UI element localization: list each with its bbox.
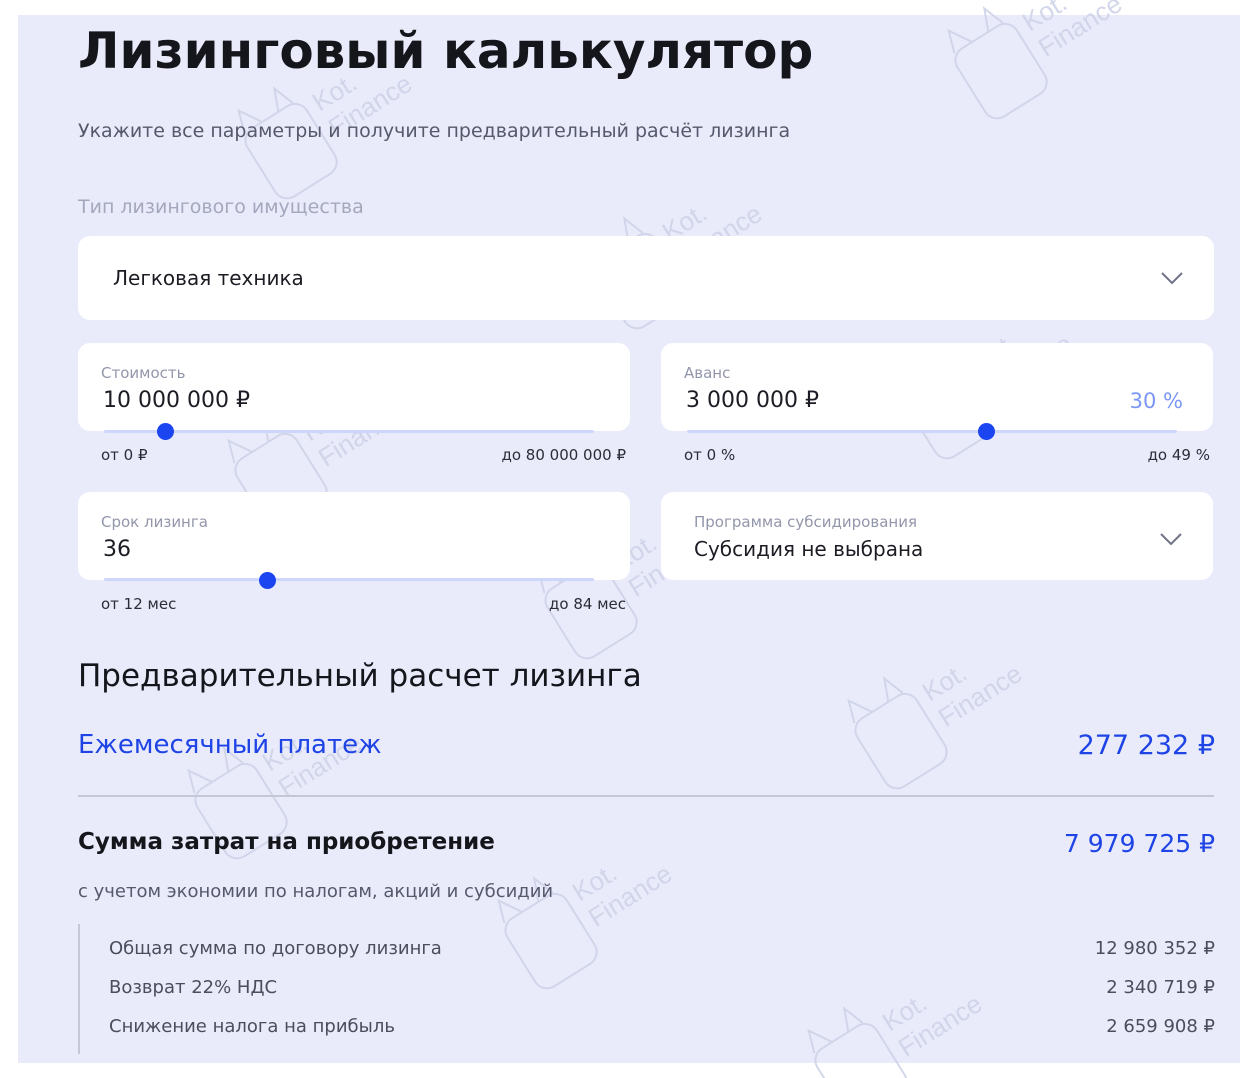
advance-field[interactable]: Аванс 3 000 000 ₽ 30 % [661,343,1213,431]
total-cost-value: 7 979 725 ₽ [1063,829,1215,858]
subsidy-value: Субсидия не выбрана [694,537,924,561]
total-cost-note: с учетом экономии по налогам, акций и су… [78,881,554,902]
monthly-payment-value: 277 232 ₽ [1077,730,1215,761]
term-max-label: до 84 мес [549,595,626,613]
advance-label: Аванс [684,364,731,382]
term-value: 36 [103,537,131,562]
subsidy-select[interactable]: Программа субсидирования Субсидия не выб… [661,492,1213,580]
monthly-payment-label: Ежемесячный платеж [78,730,382,760]
subsidy-label: Программа субсидирования [694,513,917,531]
divider [78,795,1214,797]
property-type-label: Тип лизингового имущества [78,196,364,218]
cost-field[interactable]: Стоимость 10 000 000 ₽ [78,343,630,431]
term-field[interactable]: Срок лизинга 36 [78,492,630,580]
cost-label: Стоимость [101,364,186,382]
property-type-value: Легковая техника [113,266,304,290]
cost-value: 10 000 000 ₽ [103,388,250,413]
advance-percent: 30 % [1129,389,1183,413]
cost-min-label: от 0 ₽ [101,446,148,464]
property-type-select[interactable]: Легковая техника [78,236,1214,320]
breakdown-line [78,924,80,1054]
cost-slider-track[interactable] [104,430,594,433]
advance-value: 3 000 000 ₽ [686,388,819,413]
breakdown-value: 2 340 719 ₽ [1106,977,1215,998]
advance-min-label: от 0 % [684,446,736,464]
term-slider-track[interactable] [104,578,594,581]
term-min-label: от 12 мес [101,595,177,613]
term-label: Срок лизинга [101,513,208,531]
breakdown-label: Возврат 22% НДС [109,977,278,998]
breakdown-value: 2 659 908 ₽ [1106,1016,1215,1037]
breakdown-value: 12 980 352 ₽ [1094,938,1215,959]
page-title: Лизинговый калькулятор [78,22,814,80]
advance-slider-track[interactable] [687,430,1177,433]
cost-max-label: до 80 000 000 ₽ [501,446,626,464]
result-heading: Предварительный расчет лизинга [78,658,642,694]
total-cost-label: Сумма затрат на приобретение [78,829,495,855]
page-subtitle: Укажите все параметры и получите предвар… [78,120,791,142]
advance-slider-thumb[interactable] [977,423,995,440]
breakdown-label: Снижение налога на прибыль [109,1016,395,1037]
advance-max-label: до 49 % [1147,446,1210,464]
breakdown-label: Общая сумма по договору лизинга [109,938,442,959]
chevron-down-icon[interactable] [1160,271,1184,285]
chevron-down-icon[interactable] [1159,532,1183,546]
